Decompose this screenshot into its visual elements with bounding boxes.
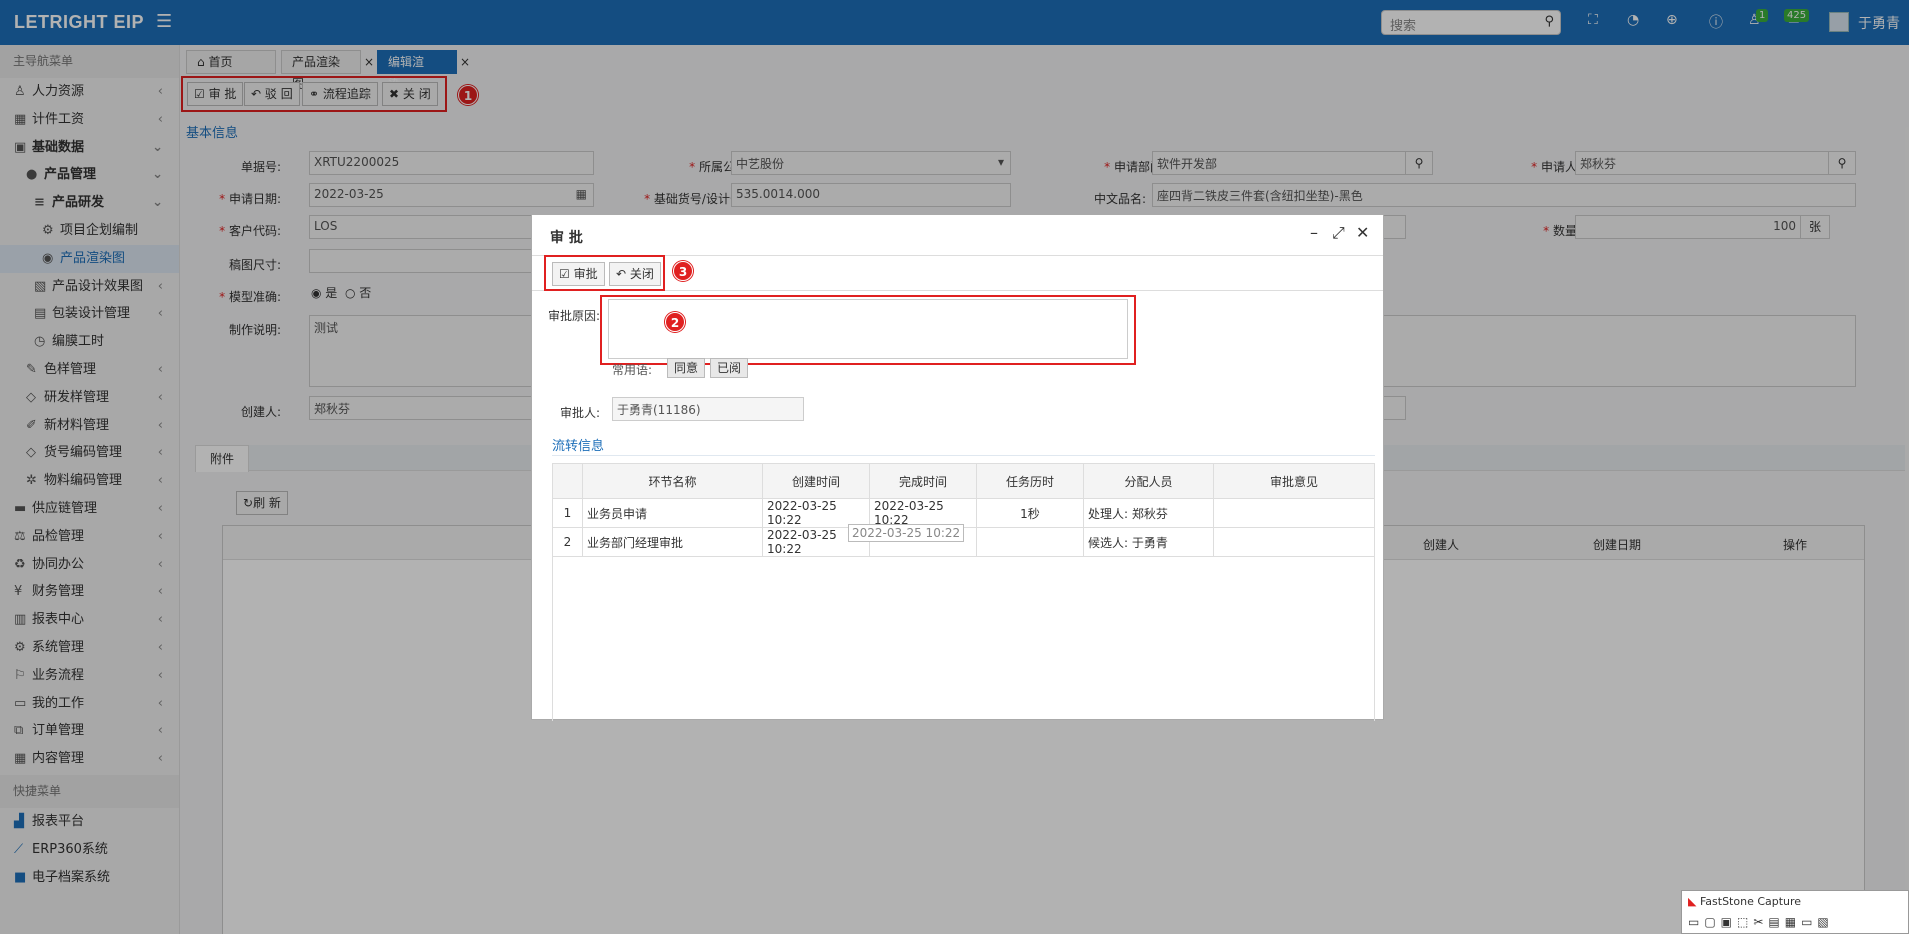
approve-dialog: 审 批 – ⤢ ✕ ☑ 审批 ↶ 关闭 3 审批原因: 2 常用语: 同意 已阅… xyxy=(531,214,1384,721)
approver-label: 审批人: xyxy=(560,406,601,420)
marker-2: 2 xyxy=(665,312,685,332)
flow-title: 流转信息 xyxy=(552,439,605,454)
minimize-icon[interactable]: – xyxy=(1310,223,1318,242)
faststone-toolbar: ◣ FastStone Capture ▭▢▣⬚✂▤▦▭▧ xyxy=(1681,890,1909,934)
faststone-logo-icon: ◣ xyxy=(1688,895,1697,908)
dialog-title: 审 批 xyxy=(550,230,583,246)
common-label: 常用语: xyxy=(612,363,653,377)
approver-field[interactable]: 于勇青(11186) xyxy=(612,397,804,421)
maximize-icon[interactable]: ⤢ xyxy=(1332,223,1345,243)
highlight-box-3 xyxy=(544,255,665,291)
agree-button[interactable]: 同意 xyxy=(667,358,706,378)
read-button[interactable]: 已阅 xyxy=(710,358,749,378)
close-icon[interactable]: ✕ xyxy=(1356,223,1369,242)
reason-label: 审批原因: xyxy=(548,309,601,323)
flow-table: 环节名称 创建时间 完成时间 任务历时 分配人员 审批意见 1 业务员申请 2022… xyxy=(552,463,1375,557)
time-tooltip: 2022-03-25 10:22 xyxy=(848,524,965,542)
faststone-title: ◣ FastStone Capture xyxy=(1688,895,1802,908)
capture-tools[interactable]: ▭▢▣⬚✂▤▦▭▧ xyxy=(1688,915,1834,929)
marker-3: 3 xyxy=(673,261,693,281)
